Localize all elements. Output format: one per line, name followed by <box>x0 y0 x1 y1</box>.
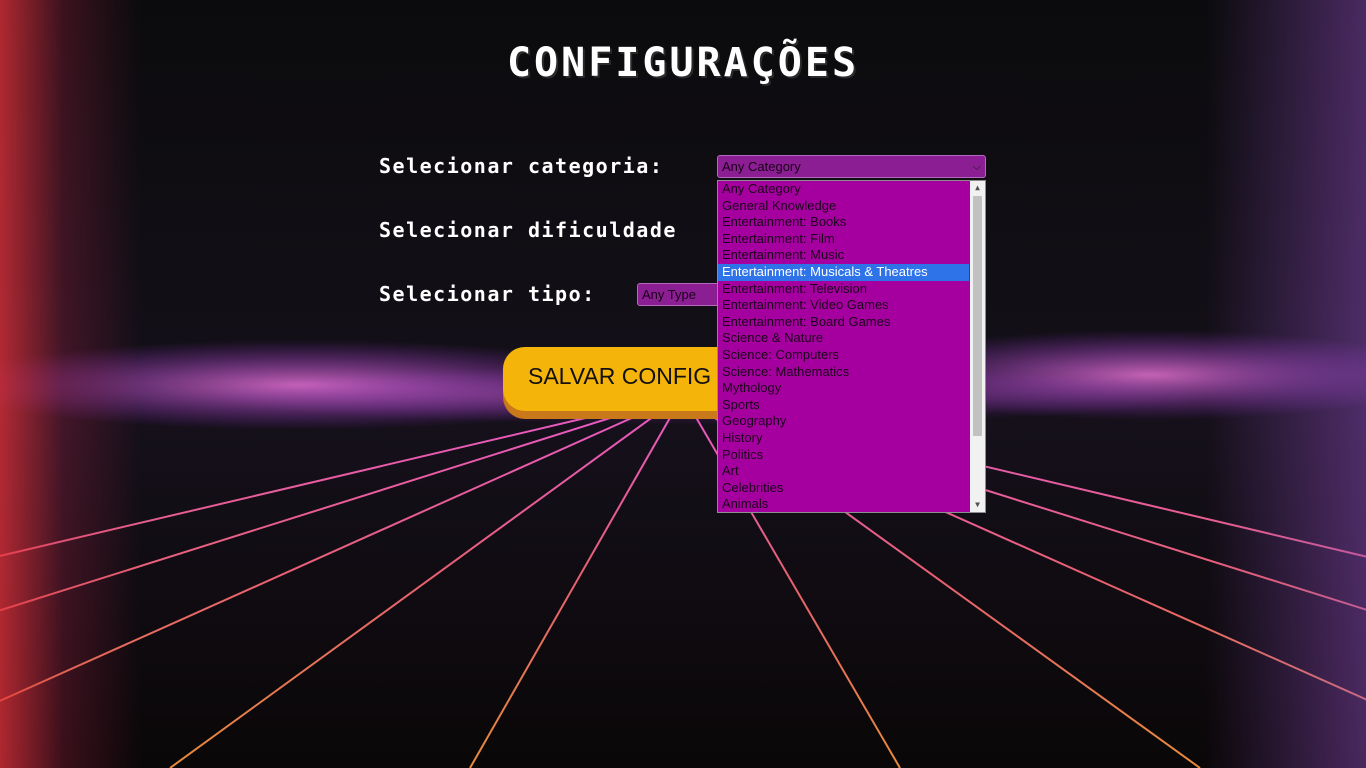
right-purple-glow <box>1206 0 1366 768</box>
category-option[interactable]: Entertainment: Film <box>718 231 969 248</box>
category-option[interactable]: Mythology <box>718 380 969 397</box>
scroll-thumb[interactable] <box>973 196 982 436</box>
type-select-value: Any Type <box>642 287 696 302</box>
category-option[interactable]: Animals <box>718 496 969 512</box>
category-option[interactable]: Entertainment: Musicals & Theatres <box>718 263 969 281</box>
category-dropdown-list[interactable]: Any Category General Knowledge Entertainme… <box>717 180 986 513</box>
type-label: Selecionar tipo: <box>379 282 596 306</box>
category-option[interactable]: Science: Mathematics <box>718 364 969 381</box>
category-option[interactable]: Entertainment: Board Games <box>718 314 969 331</box>
category-option[interactable]: Entertainment: Video Games <box>718 297 969 314</box>
category-option[interactable]: Entertainment: Television <box>718 281 969 298</box>
category-label: Selecionar categoria: <box>379 154 664 178</box>
scroll-up-arrow-icon[interactable]: ▲ <box>970 181 985 195</box>
category-option[interactable]: Art <box>718 463 969 480</box>
category-option[interactable]: History <box>718 430 969 447</box>
difficulty-label: Selecionar dificuldade <box>379 218 677 242</box>
category-select[interactable]: Any Category ⌵ <box>717 155 986 178</box>
category-option[interactable]: Science: Computers <box>718 347 969 364</box>
category-option[interactable]: Celebrities <box>718 480 969 497</box>
category-option[interactable]: Science & Nature <box>718 330 969 347</box>
category-options: Any Category General Knowledge Entertainme… <box>718 181 985 512</box>
category-option[interactable]: Geography <box>718 413 969 430</box>
category-option[interactable]: Sports <box>718 397 969 414</box>
category-option[interactable]: Entertainment: Books <box>718 214 969 231</box>
category-option[interactable]: General Knowledge <box>718 198 969 215</box>
category-option[interactable]: Any Category <box>718 181 969 198</box>
dropdown-scrollbar[interactable]: ▲ ▼ <box>970 181 985 512</box>
scroll-down-arrow-icon[interactable]: ▼ <box>970 498 985 512</box>
category-select-value: Any Category <box>722 159 801 174</box>
page-title: CONFIGURAÇÕES <box>506 40 860 86</box>
left-red-glow <box>0 0 140 768</box>
category-option[interactable]: Entertainment: Music <box>718 247 969 264</box>
category-option[interactable]: Politics <box>718 447 969 464</box>
chevron-down-icon: ⌵ <box>972 161 981 173</box>
